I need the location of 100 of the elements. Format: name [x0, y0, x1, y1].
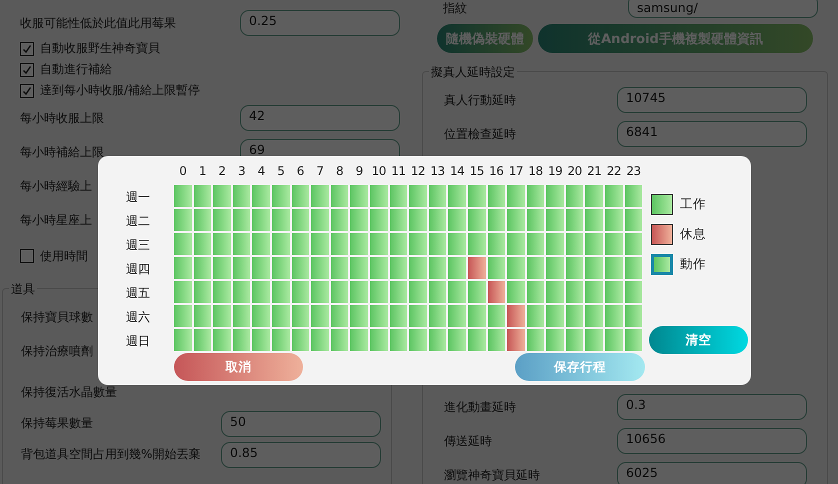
input-field[interactable]: 0.85 [221, 442, 381, 468]
input-field[interactable]: 6025 [617, 462, 807, 484]
schedule-cell[interactable] [409, 185, 427, 207]
schedule-cell[interactable] [507, 305, 525, 327]
schedule-cell[interactable] [585, 209, 604, 231]
schedule-cell[interactable] [409, 233, 427, 255]
schedule-cell[interactable] [370, 185, 388, 207]
input-field[interactable]: 42 [240, 105, 400, 131]
save-button[interactable]: 保存行程 [515, 353, 645, 381]
schedule-cell[interactable] [488, 305, 506, 327]
schedule-cell[interactable] [507, 329, 525, 351]
schedule-cell[interactable] [252, 233, 270, 255]
schedule-cell[interactable] [370, 209, 388, 231]
schedule-cell[interactable] [488, 185, 506, 207]
schedule-cell[interactable] [390, 185, 408, 207]
schedule-cell[interactable] [507, 233, 525, 255]
schedule-cell[interactable] [272, 305, 290, 327]
schedule-cell[interactable] [311, 257, 329, 279]
schedule-cell[interactable] [174, 233, 192, 255]
schedule-cell[interactable] [292, 233, 310, 255]
schedule-cell[interactable] [350, 185, 368, 207]
schedule-cell[interactable] [330, 305, 348, 327]
schedule-cell[interactable] [272, 185, 290, 207]
schedule-cell[interactable] [488, 233, 506, 255]
schedule-cell[interactable] [448, 281, 466, 303]
schedule-cell[interactable] [585, 185, 604, 207]
clear-button[interactable]: 清空 [649, 326, 748, 354]
schedule-cell[interactable] [409, 305, 427, 327]
schedule-cell[interactable] [488, 209, 506, 231]
schedule-cell[interactable] [194, 185, 212, 207]
schedule-cell[interactable] [546, 185, 564, 207]
schedule-cell[interactable] [194, 329, 212, 351]
input-field[interactable]: 6841 [617, 121, 807, 147]
schedule-cell[interactable] [194, 281, 212, 303]
schedule-cell[interactable] [213, 233, 231, 255]
schedule-cell[interactable] [213, 185, 231, 207]
schedule-cell[interactable] [428, 305, 446, 327]
schedule-cell[interactable] [252, 305, 270, 327]
schedule-cell[interactable] [350, 281, 368, 303]
input-field[interactable]: 10745 [617, 87, 807, 113]
schedule-cell[interactable] [370, 305, 388, 327]
schedule-cell[interactable] [624, 209, 642, 231]
schedule-cell[interactable] [350, 233, 368, 255]
schedule-cell[interactable] [194, 233, 212, 255]
schedule-cell[interactable] [468, 329, 486, 351]
schedule-cell[interactable] [252, 257, 270, 279]
schedule-cell[interactable] [292, 305, 310, 327]
input-field[interactable]: samsung/ [628, 0, 818, 18]
schedule-cell[interactable] [585, 233, 604, 255]
schedule-cell[interactable] [546, 329, 564, 351]
schedule-cell[interactable] [311, 185, 329, 207]
schedule-cell[interactable] [566, 185, 584, 207]
schedule-cell[interactable] [292, 185, 310, 207]
schedule-cell[interactable] [370, 233, 388, 255]
schedule-cell[interactable] [252, 185, 270, 207]
schedule-cell[interactable] [311, 305, 329, 327]
schedule-cell[interactable] [232, 233, 250, 255]
schedule-cell[interactable] [292, 209, 310, 231]
schedule-cell[interactable] [526, 185, 544, 207]
schedule-cell[interactable] [213, 281, 231, 303]
schedule-cell[interactable] [448, 329, 466, 351]
schedule-cell[interactable] [174, 257, 192, 279]
schedule-cell[interactable] [526, 305, 544, 327]
schedule-cell[interactable] [428, 257, 446, 279]
schedule-cell[interactable] [370, 257, 388, 279]
schedule-cell[interactable] [468, 257, 486, 279]
schedule-cell[interactable] [546, 233, 564, 255]
schedule-cell[interactable] [311, 209, 329, 231]
schedule-cell[interactable] [605, 329, 623, 351]
schedule-cell[interactable] [232, 305, 250, 327]
schedule-cell[interactable] [448, 185, 466, 207]
schedule-cell[interactable] [605, 305, 623, 327]
schedule-cell[interactable] [350, 209, 368, 231]
schedule-cell[interactable] [194, 209, 212, 231]
schedule-cell[interactable] [232, 329, 250, 351]
schedule-cell[interactable] [526, 233, 544, 255]
schedule-cell[interactable] [174, 185, 192, 207]
schedule-cell[interactable] [585, 257, 604, 279]
schedule-cell[interactable] [232, 185, 250, 207]
checkbox[interactable] [20, 249, 34, 263]
schedule-cell[interactable] [566, 233, 584, 255]
schedule-cell[interactable] [448, 305, 466, 327]
schedule-cell[interactable] [409, 329, 427, 351]
schedule-cell[interactable] [605, 185, 623, 207]
schedule-cell[interactable] [428, 233, 446, 255]
schedule-cell[interactable] [526, 281, 544, 303]
schedule-cell[interactable] [272, 281, 290, 303]
checkbox[interactable] [20, 62, 34, 76]
schedule-cell[interactable] [546, 257, 564, 279]
schedule-cell[interactable] [330, 233, 348, 255]
schedule-cell[interactable] [605, 209, 623, 231]
schedule-cell[interactable] [448, 209, 466, 231]
schedule-cell[interactable] [624, 329, 642, 351]
schedule-cell[interactable] [311, 329, 329, 351]
schedule-cell[interactable] [390, 233, 408, 255]
schedule-cell[interactable] [546, 305, 564, 327]
schedule-cell[interactable] [213, 305, 231, 327]
schedule-cell[interactable] [546, 281, 564, 303]
schedule-cell[interactable] [390, 209, 408, 231]
schedule-cell[interactable] [507, 185, 525, 207]
